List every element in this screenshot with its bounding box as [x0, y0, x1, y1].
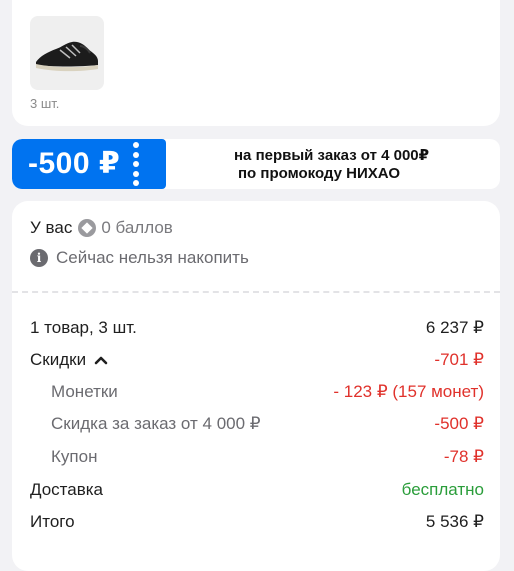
order-discount-label: Скидка за заказ от 4 000 ₽	[51, 414, 261, 433]
discounts-value: -701 ₽	[434, 350, 484, 369]
sneaker-image	[36, 41, 98, 72]
coin-icon	[78, 219, 97, 237]
delivery-label: Доставка	[30, 480, 104, 499]
promo-line-1: на первый заказ от 4 000₽	[234, 147, 430, 164]
order-discount-row: Скидка за заказ от 4 000 ₽ -500 ₽	[30, 413, 484, 435]
coupon-value: -78 ₽	[443, 447, 484, 466]
discounts-toggle[interactable]: Скидки	[30, 350, 108, 370]
bonus-info: i Сейчас нельзя накопить	[30, 247, 249, 269]
promo-line-2: по промокоду НИХАО	[238, 165, 401, 182]
discounts-label: Скидки	[30, 350, 87, 369]
coupon-label: Купон	[51, 447, 98, 466]
discounts-row[interactable]: Скидки -701 ₽	[30, 349, 484, 371]
bonus-value: 0 баллов	[101, 218, 173, 237]
chevron-up-icon	[94, 356, 108, 365]
product-quantity: 3 шт.	[30, 96, 60, 111]
total-row: Итого 5 536 ₽	[30, 511, 484, 533]
order-discount-value: -500 ₽	[434, 414, 484, 433]
promo-coupon: -500 ₽	[12, 139, 166, 189]
delivery-value: бесплатно	[401, 480, 484, 499]
coins-value: - 123 ₽ (157 монет)	[333, 382, 484, 401]
product-card: 3 шт.	[12, 0, 500, 126]
items-label: 1 товар, 3 шт.	[30, 318, 137, 337]
info-icon: i	[30, 249, 48, 267]
divider	[12, 291, 500, 293]
coins-label: Монетки	[51, 382, 118, 401]
items-row: 1 товар, 3 шт. 6 237 ₽	[30, 317, 484, 339]
coins-row: Монетки - 123 ₽ (157 монет)	[30, 381, 484, 403]
total-label: Итого	[30, 512, 75, 531]
order-summary-card: У вас 0 баллов i Сейчас нельзя накопить …	[12, 201, 500, 571]
bonus-prefix: У вас	[30, 218, 73, 237]
promo-amount: -500 ₽	[28, 147, 121, 180]
bonus-info-text: Сейчас нельзя накопить	[56, 248, 249, 267]
promo-banner[interactable]: -500 ₽ на первый заказ от 4 000₽ по пром…	[12, 139, 500, 189]
bonus-balance: У вас 0 баллов	[30, 217, 173, 239]
coupon-row: Купон -78 ₽	[30, 446, 484, 468]
items-value: 6 237 ₽	[425, 318, 484, 337]
delivery-row: Доставка бесплатно	[30, 479, 484, 501]
promo-text: на первый заказ от 4 000₽ по промокоду Н…	[234, 147, 429, 183]
product-thumbnail[interactable]	[30, 16, 104, 90]
total-value: 5 536 ₽	[425, 512, 484, 531]
perforation-dots	[132, 142, 140, 186]
